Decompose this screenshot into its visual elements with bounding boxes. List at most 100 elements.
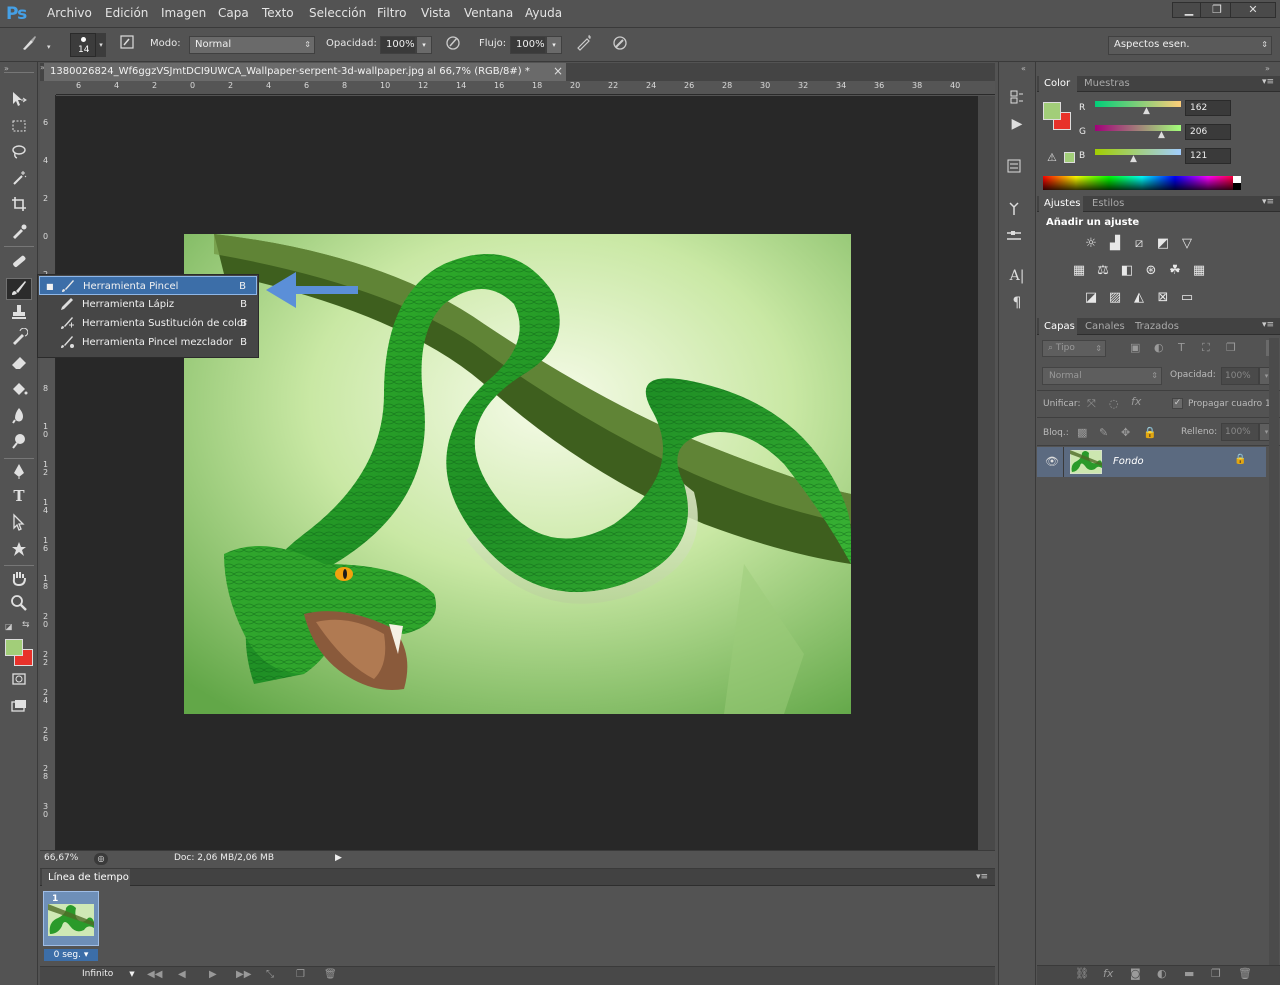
lasso-tool-icon[interactable] bbox=[6, 143, 32, 165]
slider-thumb-icon[interactable]: ▲ bbox=[1158, 130, 1165, 140]
tab-paths[interactable]: Trazados bbox=[1135, 321, 1179, 332]
brush-tool-icon[interactable] bbox=[6, 278, 32, 300]
frame-delay[interactable]: 0 seg. ▾ bbox=[44, 949, 98, 961]
menu-ayuda[interactable]: Ayuda bbox=[525, 6, 562, 20]
layer-filter-select[interactable]: ⌕ Tipo ⇕ bbox=[1042, 340, 1106, 357]
opacity-dropdown[interactable]: ▾ bbox=[416, 36, 432, 54]
delete-layer-icon[interactable]: 🗑 bbox=[1238, 967, 1252, 980]
workspace-select[interactable]: Aspectos esen. ⇕ bbox=[1108, 36, 1272, 55]
new-adjustment-icon[interactable]: ◐ bbox=[1157, 967, 1167, 980]
levels-icon[interactable]: ▟ bbox=[1107, 236, 1123, 252]
pen-tool-icon[interactable] bbox=[6, 462, 32, 484]
slider-thumb-icon[interactable]: ▲ bbox=[1130, 154, 1137, 164]
selective-color-icon[interactable]: ⊠ bbox=[1155, 290, 1171, 306]
close-tab-icon[interactable]: × bbox=[553, 64, 563, 78]
blend-mode-select[interactable]: Normal ⇕ bbox=[1042, 367, 1162, 385]
document-tab[interactable]: 1380026824_Wf6ggzVSJmtDCI9UWCA_Wallpaper… bbox=[44, 63, 566, 81]
vibrance-icon[interactable]: ▽ bbox=[1179, 236, 1195, 252]
clone-stamp-icon[interactable] bbox=[6, 303, 32, 325]
brush-panel-icon[interactable] bbox=[116, 34, 138, 56]
flyout-item-pencil[interactable]: Herramienta Lápiz B bbox=[39, 295, 257, 314]
color-spectrum-bar[interactable] bbox=[1043, 176, 1241, 190]
menu-edicion[interactable]: Edición bbox=[105, 6, 148, 20]
airbrush-icon[interactable] bbox=[573, 34, 595, 56]
collapse-icon[interactable]: » bbox=[1265, 64, 1270, 73]
clone-source-icon[interactable] bbox=[1005, 227, 1029, 247]
flyout-item-brush[interactable]: ■ Herramienta Pincel B bbox=[39, 276, 257, 295]
white-swatch[interactable] bbox=[1233, 176, 1241, 183]
filter-shape-icon[interactable]: ⛶ bbox=[1202, 341, 1210, 355]
menu-seleccion[interactable]: Selección bbox=[309, 6, 366, 20]
custom-shape-icon[interactable] bbox=[6, 540, 32, 562]
add-mask-icon[interactable]: ◙ bbox=[1130, 967, 1141, 980]
lock-position-icon[interactable]: ✥ bbox=[1121, 426, 1130, 439]
foreground-color-swatch[interactable] bbox=[5, 639, 23, 656]
status-info-icon[interactable]: ◎ bbox=[94, 853, 108, 865]
foreground-color-swatch[interactable] bbox=[1043, 102, 1061, 120]
out-of-gamut-warning-icon[interactable]: ⚠ bbox=[1047, 151, 1057, 164]
gamut-swatch[interactable] bbox=[1064, 152, 1075, 163]
exposure-icon[interactable]: ◩ bbox=[1155, 236, 1171, 252]
black-white-icon[interactable]: ◧ bbox=[1119, 263, 1135, 279]
brush-preset-icon[interactable] bbox=[18, 34, 40, 56]
loop-select[interactable]: Infinito ▼ bbox=[82, 969, 135, 979]
link-layers-icon[interactable]: ⛓ bbox=[1075, 967, 1089, 980]
filter-adjustment-icon[interactable]: ◐ bbox=[1154, 341, 1164, 354]
layer-row[interactable]: 👁 Fondo 🔒 bbox=[1037, 447, 1266, 477]
unify-style-icon[interactable]: fx bbox=[1131, 395, 1141, 408]
duplicate-frame-icon[interactable]: ❐ bbox=[296, 969, 305, 980]
zoom-level[interactable]: 66,67% bbox=[44, 853, 78, 863]
brightness-icon[interactable]: ☼ bbox=[1083, 236, 1099, 252]
tab-channels[interactable]: Canales bbox=[1085, 321, 1125, 332]
lock-all-icon[interactable]: 🔒 bbox=[1143, 426, 1157, 439]
history-brush-icon[interactable] bbox=[6, 327, 32, 350]
menu-archivo[interactable]: Archivo bbox=[47, 6, 92, 20]
hue-saturation-icon[interactable]: ▦ bbox=[1071, 263, 1087, 279]
history-panel-icon[interactable] bbox=[1005, 89, 1029, 109]
magic-wand-icon[interactable] bbox=[6, 169, 32, 191]
photo-filter-icon[interactable]: ⊛ bbox=[1143, 263, 1159, 279]
propagate-checkbox[interactable]: ✓ bbox=[1172, 398, 1183, 409]
flyout-item-mixer-brush[interactable]: Herramienta Pincel mezclador B bbox=[39, 333, 257, 352]
eye-icon[interactable]: 👁 bbox=[1045, 455, 1059, 468]
character-panel-icon[interactable]: A| bbox=[1005, 268, 1029, 288]
mode-select[interactable]: Normal ⇕ bbox=[189, 36, 315, 54]
paint-bucket-icon[interactable] bbox=[6, 380, 32, 402]
filter-type-icon[interactable]: T bbox=[1178, 341, 1185, 354]
chevron-down-icon[interactable]: ▾ bbox=[47, 43, 51, 51]
channel-mixer-icon[interactable]: ☘ bbox=[1167, 263, 1183, 279]
status-menu-arrow-icon[interactable]: ▶ bbox=[335, 853, 342, 863]
layer-opacity-input[interactable]: 100% bbox=[1221, 367, 1259, 385]
filter-pixel-icon[interactable]: ▣ bbox=[1130, 341, 1140, 354]
new-layer-icon[interactable]: ❐ bbox=[1211, 967, 1221, 980]
marquee-tool-icon[interactable] bbox=[6, 117, 32, 139]
blur-tool-icon[interactable] bbox=[6, 406, 32, 428]
layers-scrollbar[interactable] bbox=[1269, 338, 1279, 968]
input-g[interactable]: 206 bbox=[1185, 124, 1231, 140]
play-icon[interactable]: ▶ bbox=[209, 969, 217, 980]
slider-g[interactable] bbox=[1095, 125, 1181, 131]
screen-mode-icon[interactable] bbox=[6, 697, 32, 719]
crop-tool-icon[interactable] bbox=[6, 195, 32, 217]
unify-position-icon[interactable]: ⤧ bbox=[1087, 397, 1096, 411]
lock-pixels-icon[interactable]: ✎ bbox=[1099, 426, 1108, 439]
panel-menu-icon[interactable]: ▾≡ bbox=[1262, 197, 1274, 207]
panel-menu-icon[interactable]: ▾≡ bbox=[1262, 320, 1274, 330]
posterize-icon[interactable]: ▨ bbox=[1107, 290, 1123, 306]
input-b[interactable]: 121 bbox=[1185, 148, 1231, 164]
vertical-scrollbar[interactable] bbox=[978, 96, 995, 850]
tab-timeline[interactable]: Línea de tiempo bbox=[42, 869, 130, 886]
collapse-icon[interactable]: « bbox=[1021, 64, 1026, 73]
panel-menu-icon[interactable]: ▾≡ bbox=[1262, 77, 1274, 87]
first-frame-icon[interactable]: ◀◀ bbox=[147, 969, 162, 980]
ruler-origin[interactable] bbox=[40, 81, 56, 95]
slider-thumb-icon[interactable]: ▲ bbox=[1143, 106, 1150, 116]
menu-imagen[interactable]: Imagen bbox=[161, 6, 206, 20]
tab-styles[interactable]: Estilos bbox=[1092, 198, 1124, 209]
type-tool-icon[interactable]: T bbox=[6, 487, 32, 509]
new-group-icon[interactable]: ▬ bbox=[1184, 967, 1194, 980]
invert-icon[interactable]: ◪ bbox=[1083, 290, 1099, 306]
default-colors-icon[interactable]: ◪ bbox=[5, 622, 13, 631]
flow-input[interactable]: 100% bbox=[510, 36, 546, 54]
maximize-button[interactable]: ❐ bbox=[1200, 2, 1234, 18]
